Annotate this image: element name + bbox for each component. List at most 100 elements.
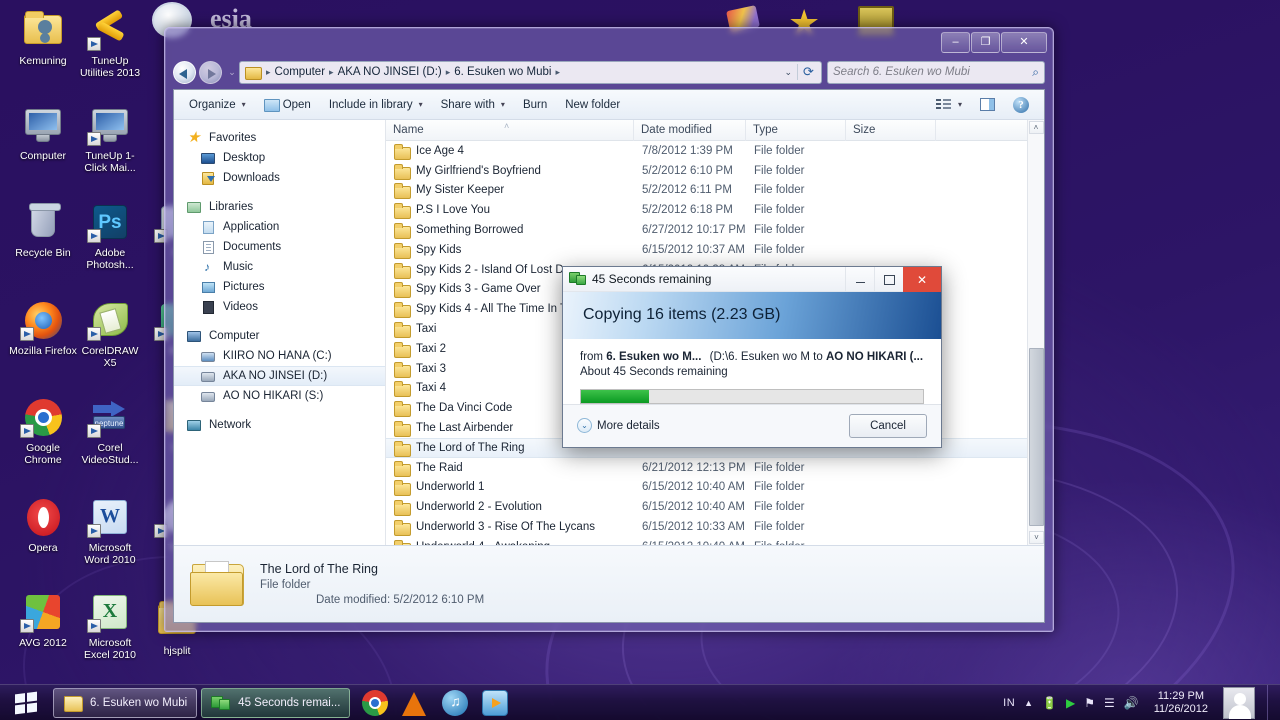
desktop-icon-photoshop[interactable]: Ps Adobe Photosh... (75, 200, 145, 271)
refresh-icon[interactable]: ⟳ (797, 64, 819, 80)
sidebar-item-pictures[interactable]: Pictures (174, 277, 385, 297)
recent-locations-icon[interactable]: ⌄ (225, 67, 239, 78)
column-header-type[interactable]: Type (746, 119, 846, 141)
table-row[interactable]: Spy Kids 6/15/2012 10:37 AM File folder (386, 240, 1044, 260)
column-header-size[interactable]: Size (846, 119, 936, 141)
help-button[interactable]: ? (1004, 94, 1038, 116)
back-button[interactable] (173, 60, 196, 84)
microsoft-word-icon (87, 495, 133, 539)
sidebar-item-drive-c[interactable]: KIIRO NO HANA (C:) (174, 346, 385, 366)
column-header-date[interactable]: Date modified (634, 119, 746, 141)
burn-button[interactable]: Burn (514, 96, 556, 114)
open-button[interactable]: Open (255, 95, 320, 114)
sidebar-item-favorites[interactable]: ★ Favorites (174, 128, 385, 148)
folder-icon (394, 440, 411, 457)
desktop-icon-corel-videostudio[interactable]: neptune Corel VideoStud... (75, 395, 145, 466)
copy-dialog-minimize-button[interactable] (845, 267, 874, 292)
desktop-icon-tuneup-1click[interactable]: TuneUp 1-Click Mai... (75, 103, 145, 174)
start-button[interactable] (2, 686, 49, 720)
chevron-down-icon[interactable]: ⌄ (779, 67, 797, 78)
language-indicator[interactable]: IN (1003, 697, 1015, 709)
table-row[interactable]: Something Borrowed 6/27/2012 10:17 PM File… (386, 220, 1044, 240)
more-details-button[interactable]: ⌄ More details (577, 418, 660, 434)
table-row[interactable]: Underworld 1 6/15/2012 10:40 AM File folde… (386, 478, 1044, 498)
show-desktop-button[interactable] (1267, 684, 1276, 720)
desktop-icon-kemuning[interactable]: Kemuning (8, 8, 78, 67)
table-row[interactable]: Ice Age 4 7/8/2012 1:39 PM File folder (386, 141, 1044, 161)
sidebar-item-label: Videos (223, 301, 258, 313)
maximize-button[interactable]: ❐ (971, 32, 1000, 53)
sidebar-item-computer[interactable]: Computer (174, 326, 385, 346)
column-header-name[interactable]: Name (386, 119, 634, 141)
breadcrumb-item-computer[interactable]: Computer (273, 66, 328, 78)
details-pane: The Lord of The Ring File folder Date mo… (174, 545, 1044, 622)
sidebar-item-downloads[interactable]: Downloads (174, 168, 385, 188)
desktop-icon-excel[interactable]: Microsoft Excel 2010 (75, 590, 145, 661)
table-row[interactable]: Underworld 2 - Evolution 6/15/2012 10:40 … (386, 497, 1044, 517)
sidebar-item-application[interactable]: Application (174, 217, 385, 237)
desktop-icon-chrome[interactable]: Google Chrome (8, 395, 78, 466)
show-hidden-icons-button[interactable]: ▲ (1024, 698, 1033, 708)
close-button[interactable]: ✕ (1001, 32, 1047, 53)
sidebar-item-desktop[interactable]: Desktop (174, 148, 385, 168)
desktop-icon-firefox[interactable]: Mozilla Firefox (8, 298, 78, 357)
change-view-button[interactable]: ▾ (927, 95, 971, 114)
table-row[interactable]: My Girlfriend's Boyfriend 5/2/2012 6:10 P… (386, 161, 1044, 181)
table-row[interactable]: Underworld 4 - Awakening6/15/2012 10:40 … (386, 537, 1044, 545)
table-row[interactable]: My Sister Keeper 5/2/2012 6:11 PM File fol… (386, 181, 1044, 201)
new-folder-button[interactable]: New folder (556, 96, 629, 114)
sidebar-item-network[interactable]: Network (174, 415, 385, 435)
desktop-icon-word[interactable]: Microsoft Word 2010 (75, 495, 145, 566)
table-row[interactable]: Underworld 3 - Rise Of The Lycans 6/15/20… (386, 517, 1044, 537)
sidebar-item-libraries[interactable]: Libraries (174, 197, 385, 217)
desktop-icon-recycle-bin[interactable]: Recycle Bin (8, 200, 78, 259)
scrollbar-thumb[interactable] (1029, 348, 1044, 526)
desktop-icon-tuneup-utilities[interactable]: TuneUp Utilities 2013 (75, 8, 145, 79)
vertical-scrollbar[interactable]: ˄ ˅ (1027, 120, 1044, 545)
flag-icon[interactable]: ⚑ (1084, 696, 1095, 710)
scroll-up-button[interactable]: ˄ (1028, 121, 1044, 134)
google-chrome-icon[interactable] (362, 689, 389, 716)
desktop-icon-coreldraw[interactable]: CorelDRAW X5 (75, 298, 145, 369)
minimize-button[interactable]: – (941, 32, 970, 53)
explorer-titlebar[interactable]: – ❐ ✕ (165, 28, 1053, 58)
copy-dialog-close-button[interactable]: ✕ (903, 267, 941, 292)
search-input[interactable]: Search 6. Esuken wo Mubi ⌕ (827, 60, 1045, 84)
organize-button[interactable]: Organize ▾ (180, 96, 255, 114)
windows-media-player-icon[interactable] (482, 689, 509, 716)
microsoft-excel-icon (87, 590, 133, 634)
avatar[interactable] (1223, 686, 1255, 719)
sidebar-item-drive-d[interactable]: AKA NO JINSEI (D:) (174, 366, 385, 386)
clock[interactable]: 11:29 PM 11/26/2012 (1148, 690, 1214, 716)
battery-icon[interactable]: 🔋 (1042, 696, 1057, 710)
include-in-library-button[interactable]: Include in library ▾ (320, 96, 432, 114)
breadcrumb-item-drive[interactable]: AKA NO JINSEI (D:) (336, 66, 444, 78)
sidebar-item-drive-s[interactable]: AO NO HIKARI (S:) (174, 386, 385, 406)
share-with-button[interactable]: Share with ▾ (432, 96, 514, 114)
sidebar-item-videos[interactable]: Videos (174, 297, 385, 317)
network-icon[interactable]: ☰ (1104, 696, 1115, 710)
itunes-icon[interactable] (442, 689, 469, 716)
taskbar-button-copy[interactable]: 45 Seconds remai... (201, 687, 351, 718)
breadcrumb-separator: ▸ (445, 66, 451, 77)
taskbar-button-explorer[interactable]: 6. Esuken wo Mubi (53, 687, 198, 718)
sidebar-item-music[interactable]: ♪ Music (174, 257, 385, 277)
sidebar-item-documents[interactable]: Documents (174, 237, 385, 257)
copy-dialog-maximize-button[interactable] (874, 267, 903, 292)
forward-button[interactable] (199, 60, 222, 84)
cancel-button[interactable]: Cancel (849, 413, 927, 438)
breadcrumb-item-folder[interactable]: 6. Esuken wo Mubi (452, 66, 553, 78)
scroll-down-button[interactable]: ˅ (1029, 531, 1044, 544)
breadcrumb[interactable]: ▸ Computer ▸ AKA NO JINSEI (D:) ▸ 6. Esu… (239, 60, 822, 84)
volume-icon[interactable]: 🔊 (1124, 696, 1139, 710)
preview-pane-button[interactable] (971, 95, 1004, 114)
table-row[interactable]: The Raid 6/21/2012 12:13 PM File folder (386, 458, 1044, 478)
desktop-icon-avg[interactable]: AVG 2012 (8, 590, 78, 649)
table-row[interactable]: P.S I Love You 5/2/2012 6:18 PM File folde… (386, 200, 1044, 220)
sidebar-item-label: Computer (209, 330, 260, 342)
copy-dialog-titlebar[interactable]: 45 Seconds remaining ✕ (563, 267, 941, 292)
desktop-icon-opera[interactable]: Opera (8, 495, 78, 554)
vlc-icon[interactable] (402, 690, 428, 716)
play-icon[interactable]: ▶ (1066, 696, 1075, 710)
desktop-icon-computer[interactable]: Computer (8, 103, 78, 162)
